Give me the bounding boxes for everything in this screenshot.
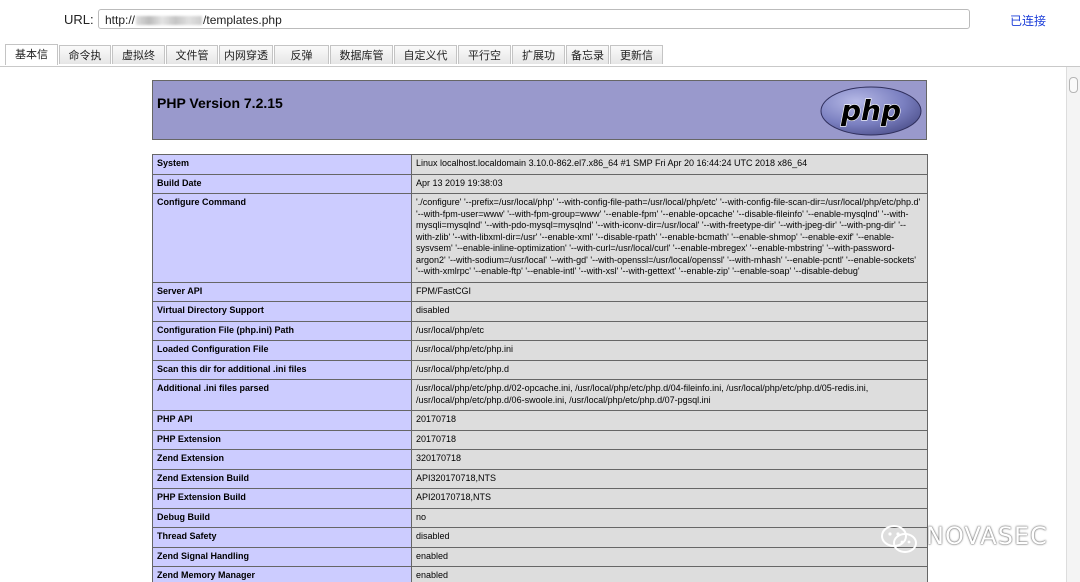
row-key: Thread Safety — [152, 527, 412, 548]
row-value: './configure' '--prefix=/usr/local/php' … — [411, 193, 928, 283]
row-value: /usr/local/php/etc/php.d — [411, 359, 928, 380]
tab-database-manager[interactable]: 数据库管理 — [330, 45, 393, 81]
table-row: Debug Build no — [152, 507, 928, 528]
tab-custom-code[interactable]: 自定义代码 — [394, 45, 457, 81]
row-value: enabled — [411, 566, 928, 582]
phpinfo-table: System Linux localhost.localdomain 3.10.0… — [152, 154, 928, 582]
tab-bar: 基本信息 命令执行 虚拟终端 文件管理 内网穿透 反弹shell 数据库管理 自… — [0, 42, 1080, 81]
scrollbar-thumb[interactable] — [1069, 77, 1078, 93]
table-row: Configure Command './configure' '--prefix… — [152, 193, 928, 283]
table-row: Zend Signal Handling enabled — [152, 546, 928, 567]
row-key: PHP API — [152, 410, 412, 431]
row-value: disabled — [411, 301, 928, 322]
url-bar: URL: http:// /templates.php 已连接 — [0, 0, 1080, 40]
row-key: Configuration File (php.ini) Path — [152, 320, 412, 341]
row-value: /usr/local/php/etc — [411, 320, 928, 341]
vertical-scrollbar[interactable] — [1066, 67, 1080, 582]
tab-memo[interactable]: 备忘录 — [566, 45, 609, 64]
table-row: Zend Memory Manager enabled — [152, 566, 928, 582]
row-key: Virtual Directory Support — [152, 301, 412, 322]
row-key: System — [152, 154, 412, 175]
table-row: PHP Extension 20170718 — [152, 429, 928, 450]
url-prefix: http:// — [105, 13, 136, 27]
wechat-icon — [881, 525, 917, 553]
table-row: PHP API 20170718 — [152, 410, 928, 431]
row-value: Linux localhost.localdomain 3.10.0-862.e… — [411, 154, 928, 175]
row-value: /usr/local/php/etc/php.d/02-opcache.ini,… — [411, 379, 928, 411]
table-row: Zend Extension 320170718 — [152, 449, 928, 470]
table-row: System Linux localhost.localdomain 3.10.0… — [152, 154, 928, 175]
row-key: Build Date — [152, 173, 412, 194]
row-key: Configure Command — [152, 193, 412, 283]
row-key: Zend Extension Build — [152, 468, 412, 489]
row-value: 320170718 — [411, 449, 928, 470]
row-value: no — [411, 507, 928, 528]
row-key: Zend Extension — [152, 449, 412, 470]
table-row: PHP Extension Build API20170718,NTS — [152, 488, 928, 509]
tab-intranet-tunnel[interactable]: 内网穿透 — [219, 45, 273, 64]
tab-file-manager[interactable]: 文件管理 — [166, 45, 218, 81]
php-version-header: PHP Version 7.2.15 php — [152, 80, 927, 140]
row-key: Zend Memory Manager — [152, 566, 412, 582]
table-row: Build Date Apr 13 2019 19:38:03 — [152, 173, 928, 194]
row-key: Server API — [152, 281, 412, 302]
table-row: Thread Safety disabled — [152, 527, 928, 548]
php-logo: php — [820, 86, 922, 136]
tab-command-exec[interactable]: 命令执行 — [59, 45, 111, 81]
row-key: PHP Extension — [152, 429, 412, 450]
row-key: Additional .ini files parsed — [152, 379, 412, 411]
connection-status-link[interactable]: 已连接 — [1010, 12, 1046, 29]
tab-update-info[interactable]: 更新信息 — [610, 45, 663, 81]
row-value: FPM/FastCGI — [411, 281, 928, 302]
row-value: Apr 13 2019 19:38:03 — [411, 173, 928, 194]
tab-virtual-terminal[interactable]: 虚拟终端 — [112, 45, 165, 81]
tab-reverse-shell[interactable]: 反弹shell — [274, 45, 329, 81]
row-value: enabled — [411, 546, 928, 567]
row-value: 20170718 — [411, 410, 928, 431]
tab-extensions[interactable]: 扩展功能 — [512, 45, 565, 81]
row-value: disabled — [411, 527, 928, 548]
row-value: 20170718 — [411, 429, 928, 450]
row-key: PHP Extension Build — [152, 488, 412, 509]
row-value: API320170718,NTS — [411, 468, 928, 489]
url-input[interactable]: http:// /templates.php — [98, 9, 970, 29]
phpinfo-content: PHP Version 7.2.15 php System Linux local… — [0, 67, 1066, 582]
table-row: Additional .ini files parsed/usr/local/p… — [152, 379, 928, 411]
row-value: API20170718,NTS — [411, 488, 928, 509]
php-logo-text: php — [840, 94, 901, 127]
url-path: /templates.php — [203, 13, 282, 27]
table-row: Configuration File (php.ini) Path/usr/lo… — [152, 320, 928, 341]
table-row: Virtual Directory Support disabled — [152, 301, 928, 322]
row-key: Zend Signal Handling — [152, 546, 412, 567]
watermark-text: NOVASEC — [926, 522, 1048, 550]
table-row: Loaded Configuration File/usr/local/php/… — [152, 340, 928, 361]
php-version-title: PHP Version 7.2.15 — [157, 95, 283, 111]
redacted-host — [136, 16, 203, 26]
tab-basic-info[interactable]: 基本信息 — [5, 44, 58, 80]
row-key: Loaded Configuration File — [152, 340, 412, 361]
tab-parallel-space[interactable]: 平行空间 — [458, 45, 511, 81]
url-label: URL: — [64, 12, 94, 27]
table-row: Server API FPM/FastCGI — [152, 281, 928, 302]
row-key: Scan this dir for additional .ini files — [152, 359, 412, 380]
row-value: /usr/local/php/etc/php.ini — [411, 340, 928, 361]
row-key: Debug Build — [152, 507, 412, 528]
table-row: Zend Extension Build API320170718,NTS — [152, 468, 928, 489]
table-row: Scan this dir for additional .ini files /… — [152, 359, 928, 380]
